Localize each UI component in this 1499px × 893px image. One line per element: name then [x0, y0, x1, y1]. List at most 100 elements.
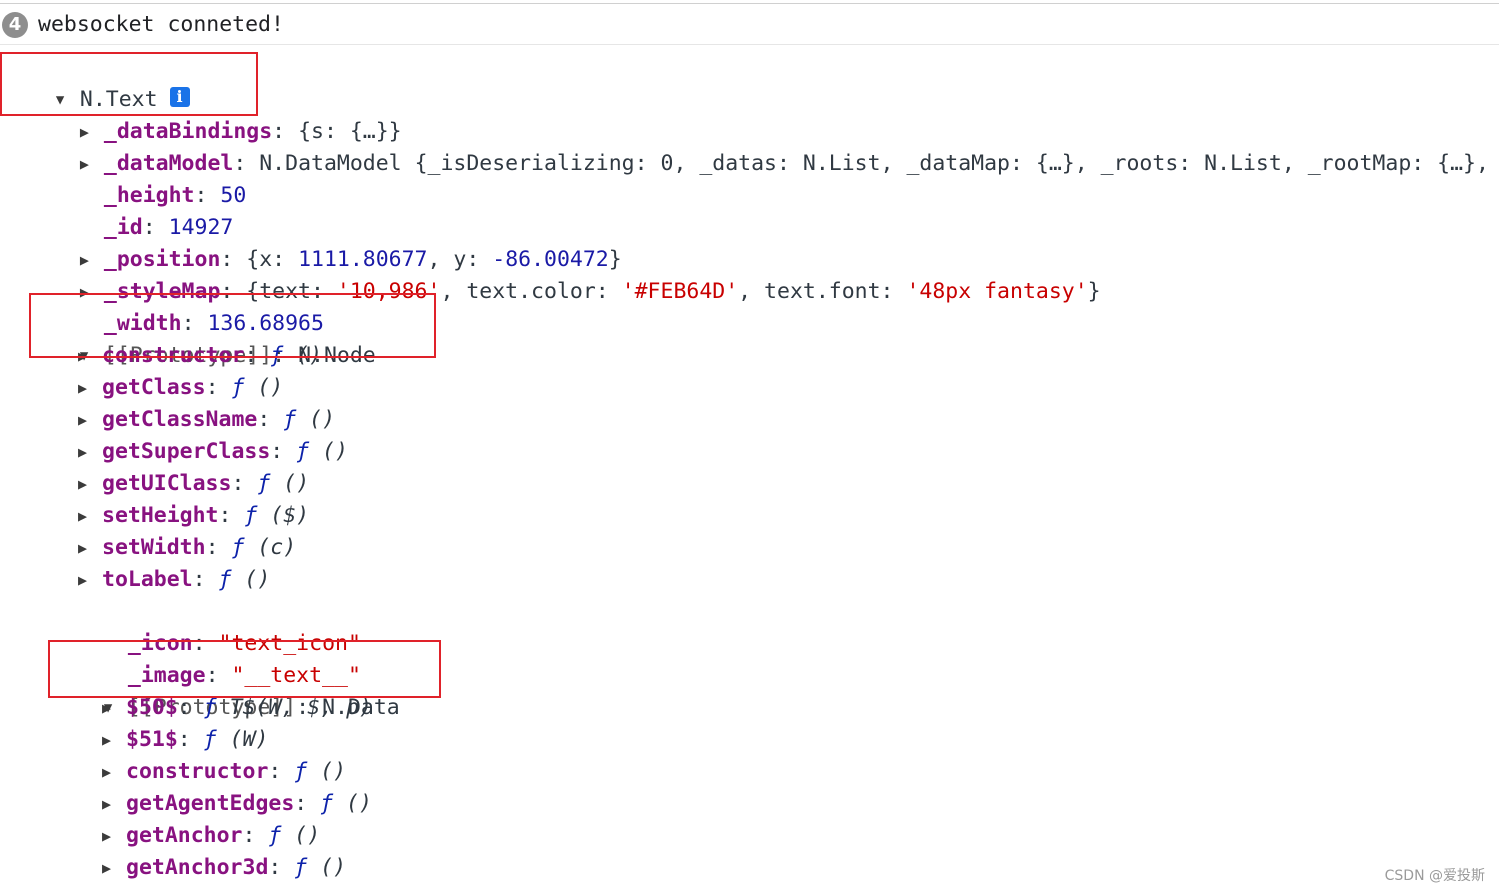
method-row[interactable]: ▶ $51$: ƒ (W) — [102, 724, 268, 756]
collapse-arrow-icon[interactable]: ▶ — [102, 724, 126, 756]
method-name: getAgentEdges — [126, 791, 295, 816]
method-row[interactable]: ▶ getUIClass: ƒ () — [78, 468, 309, 500]
prop-separator: : — [294, 791, 321, 816]
prop-separator: : — [192, 567, 219, 592]
method-row[interactable]: ▶ toLabel: ƒ () — [78, 564, 270, 596]
method-row[interactable]: ▶ $50$: ƒ T$(W, $, p) — [102, 692, 372, 724]
method-signature: (W) — [229, 727, 269, 752]
stylemap-text-value: '10,986' — [336, 279, 441, 304]
method-row[interactable]: ▶ getAnchor: ƒ () — [102, 820, 320, 852]
function-icon: ƒ — [320, 791, 334, 816]
method-signature: ($) — [270, 503, 310, 528]
prop-style-map[interactable]: ▶ _styleMap: {text: '10,986', text.color:… — [54, 244, 1101, 304]
method-signature: () — [320, 855, 347, 880]
method-row[interactable]: ▶ getClass: ƒ () — [78, 372, 283, 404]
prop-image: _image: "__text__" — [102, 628, 361, 688]
method-row[interactable]: ▶ getClassName: ƒ () — [78, 404, 335, 436]
function-icon: ƒ — [294, 855, 308, 880]
function-icon: ƒ — [294, 759, 308, 784]
method-name: getAnchor — [126, 823, 243, 848]
collapse-arrow-icon[interactable]: ▶ — [78, 404, 102, 436]
collapse-arrow-icon[interactable]: ▶ — [78, 340, 102, 372]
method-signature: () — [346, 791, 372, 816]
stylemap-font-key: , text.font: — [738, 279, 907, 304]
method-signature: (c) — [257, 535, 297, 560]
method-signature: () — [244, 567, 271, 592]
method-name: setWidth — [102, 535, 206, 560]
method-name: getUIClass — [102, 471, 232, 496]
collapse-arrow-icon[interactable]: ▶ — [78, 532, 102, 564]
method-name: setHeight — [102, 503, 219, 528]
tree-root-n-text[interactable]: ▼ N.Text i — [30, 52, 190, 112]
method-name: toLabel — [102, 567, 193, 592]
function-icon: ƒ — [283, 407, 297, 432]
collapse-arrow-icon[interactable]: ▶ — [102, 852, 126, 884]
method-row[interactable]: ▶ setHeight: ƒ ($) — [78, 500, 309, 532]
method-name: constructor — [102, 343, 245, 368]
prop-separator: : — [270, 439, 297, 464]
function-icon: ƒ — [231, 375, 245, 400]
method-row[interactable]: ▶ getSuperClass: ƒ () — [78, 436, 348, 468]
method-row[interactable]: ▶ getAgentEdges: ƒ () — [102, 788, 372, 820]
method-row[interactable]: ▶ constructor: ƒ () — [102, 756, 346, 788]
stylemap-close: } — [1087, 279, 1101, 304]
collapse-arrow-icon[interactable]: ▶ — [78, 372, 102, 404]
method-name: getAnchor3d — [126, 855, 269, 880]
stylemap-font-value: '48px fantasy' — [906, 279, 1088, 304]
collapse-arrow-icon[interactable]: ▶ — [78, 468, 102, 500]
method-name: $50$ — [126, 695, 178, 720]
method-signature: () — [309, 407, 336, 432]
collapse-arrow-icon[interactable]: ▶ — [102, 820, 126, 852]
prop-data-bindings[interactable]: ▶ _dataBindings: {s: {…}} — [54, 84, 402, 144]
method-signature: () — [296, 343, 323, 368]
method-row[interactable]: ▶ setWidth: ƒ (c) — [78, 532, 296, 564]
prototype-n-node[interactable]: ▼ [[Prototype]]: N.Node — [54, 308, 376, 368]
prop-separator: : — [205, 375, 232, 400]
prop-separator: : — [231, 471, 258, 496]
method-signature: T$(W, $, p) — [229, 695, 372, 720]
method-row[interactable]: ▶ getAnchor3d: ƒ () — [102, 852, 346, 884]
message-separator — [0, 44, 1499, 45]
prototype-n-data[interactable]: ▼ [[Prototype]]: N.Data — [78, 660, 400, 720]
function-icon: ƒ — [203, 695, 217, 720]
collapse-arrow-icon[interactable]: ▶ — [78, 436, 102, 468]
method-name: getClass — [102, 375, 206, 400]
method-signature: () — [257, 375, 284, 400]
method-signature: () — [294, 823, 321, 848]
collapse-arrow-icon[interactable]: ▶ — [102, 788, 126, 820]
prop-data-model[interactable]: ▶ _dataModel: N.DataModel {_isDeserializi… — [54, 116, 1489, 176]
prop-separator: : — [268, 855, 295, 880]
top-border — [0, 3, 1499, 4]
function-icon: ƒ — [270, 343, 284, 368]
prop-height: _height: 50 — [78, 148, 246, 208]
prop-separator: : — [177, 695, 204, 720]
function-icon: ƒ — [244, 503, 258, 528]
method-signature: () — [283, 471, 310, 496]
function-icon: ƒ — [203, 727, 217, 752]
method-name: getClassName — [102, 407, 258, 432]
collapse-arrow-icon[interactable]: ▶ — [78, 500, 102, 532]
function-icon: ƒ — [268, 823, 282, 848]
function-icon: ƒ — [231, 535, 245, 560]
method-signature: () — [320, 759, 347, 784]
method-name: getSuperClass — [102, 439, 271, 464]
prop-icon: _icon: "text_icon" — [102, 596, 361, 656]
method-row[interactable]: ▶ constructor: ƒ () — [78, 340, 322, 372]
collapse-arrow-icon[interactable]: ▶ — [102, 756, 126, 788]
prop-separator: : — [268, 759, 295, 784]
collapse-arrow-icon[interactable]: ▶ — [102, 692, 126, 724]
prop-position[interactable]: ▶ _position: {x: 1111.80677, y: -86.00472… — [54, 212, 622, 272]
collapse-arrow-icon[interactable]: ▶ — [78, 564, 102, 596]
